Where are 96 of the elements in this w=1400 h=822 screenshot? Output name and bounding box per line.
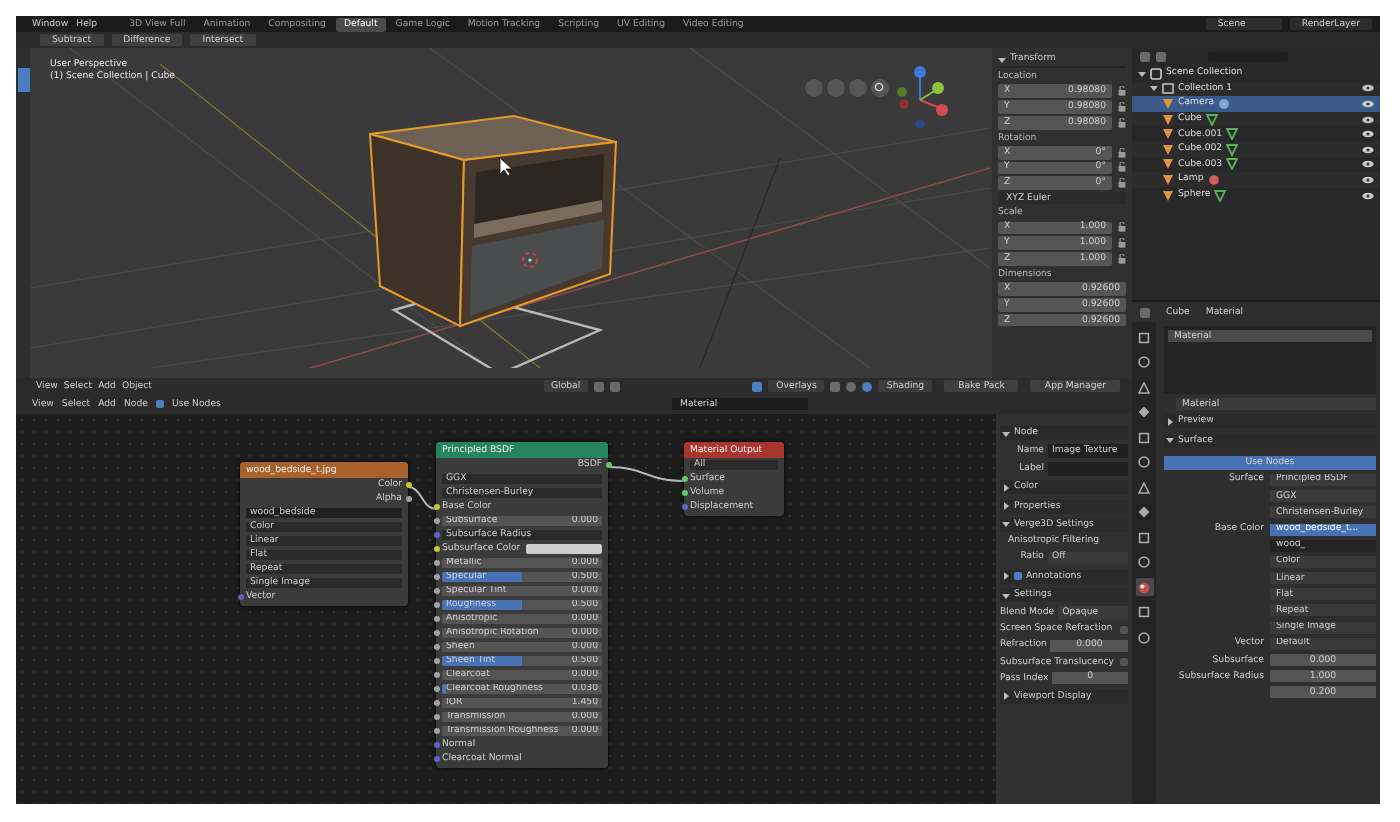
circle-icon — [1138, 356, 1150, 368]
overlay-toggle-icon[interactable] — [752, 381, 763, 391]
socket[interactable] — [433, 546, 439, 552]
eye-icon[interactable] — [1362, 145, 1374, 154]
socket[interactable] — [433, 630, 439, 636]
lock-icon[interactable] — [1118, 147, 1126, 158]
socket[interactable] — [433, 672, 439, 678]
pointer-icon — [499, 157, 513, 177]
square-icon — [1138, 606, 1150, 618]
properties-tab[interactable] — [1135, 378, 1153, 396]
triangle-icon — [1138, 481, 1150, 493]
eye-icon[interactable] — [1362, 115, 1374, 124]
3d-cursor-icon[interactable] — [522, 252, 538, 268]
disclosure-icon[interactable] — [1002, 572, 1010, 581]
lock-icon[interactable] — [1118, 222, 1126, 233]
disclosure-icon[interactable] — [1002, 483, 1010, 492]
socket[interactable] — [681, 490, 687, 496]
diamond-icon — [1138, 506, 1150, 518]
properties-tab[interactable] — [1135, 628, 1153, 646]
properties-tab[interactable] — [1135, 528, 1153, 546]
socket[interactable] — [433, 700, 439, 706]
socket[interactable] — [433, 560, 439, 566]
socket[interactable] — [433, 602, 439, 608]
disclosure-icon[interactable] — [1002, 520, 1010, 529]
socket[interactable] — [433, 504, 439, 510]
circle-icon[interactable] — [1218, 97, 1231, 110]
collection-icon — [1150, 67, 1162, 80]
properties-tab[interactable] — [1135, 578, 1153, 596]
search-icon[interactable] — [871, 79, 889, 97]
properties-tab[interactable] — [1135, 328, 1153, 346]
properties-tab[interactable] — [1135, 553, 1153, 571]
square-icon — [1138, 531, 1150, 543]
checkbox[interactable] — [155, 400, 164, 408]
socket[interactable] — [433, 644, 439, 650]
disclosure-icon[interactable] — [1166, 417, 1174, 426]
eye-icon[interactable] — [1362, 130, 1374, 139]
square-icon — [1138, 431, 1150, 443]
dot-icon[interactable] — [1207, 173, 1220, 186]
sphere-icon — [1138, 581, 1150, 593]
eye-icon[interactable] — [1362, 84, 1374, 93]
material-shading-icon[interactable] — [862, 381, 873, 391]
lock-icon[interactable] — [1118, 253, 1126, 264]
triangle-icon[interactable] — [1214, 189, 1227, 202]
triangle-icon — [1138, 381, 1150, 393]
socket[interactable] — [405, 496, 411, 502]
socket[interactable] — [433, 714, 439, 720]
circle-icon — [1138, 456, 1150, 468]
square-icon — [1138, 331, 1150, 343]
checkbox[interactable] — [1120, 625, 1128, 634]
properties-tab[interactable] — [1135, 478, 1153, 496]
disclosure-icon[interactable] — [998, 55, 1006, 63]
socket[interactable] — [405, 482, 411, 488]
eye-icon[interactable] — [1362, 191, 1374, 200]
socket[interactable] — [681, 476, 687, 482]
socket[interactable] — [433, 574, 439, 580]
cabinet-drawing[interactable] — [368, 115, 618, 328]
eye-icon[interactable] — [1362, 160, 1374, 169]
lock-icon[interactable] — [1118, 178, 1126, 189]
lock-icon[interactable] — [1118, 238, 1126, 249]
disclosure-icon[interactable] — [1002, 692, 1010, 701]
socket[interactable] — [433, 658, 439, 664]
checkbox[interactable] — [1014, 572, 1022, 581]
lock-icon[interactable] — [1118, 86, 1126, 97]
properties-tab[interactable] — [1135, 353, 1153, 371]
lock-icon[interactable] — [1118, 117, 1126, 128]
disclosure-icon[interactable] — [1002, 429, 1010, 437]
properties-tab[interactable] — [1135, 603, 1153, 621]
circle-icon — [1138, 556, 1150, 568]
disclosure-icon[interactable] — [1166, 436, 1174, 445]
socket[interactable] — [605, 462, 611, 468]
properties-tab[interactable] — [1135, 428, 1153, 446]
node-card[interactable] — [436, 442, 608, 768]
lock-icon[interactable] — [1118, 101, 1126, 112]
socket[interactable] — [433, 728, 439, 734]
properties-tab[interactable] — [1135, 503, 1153, 521]
node-link — [607, 466, 685, 482]
socket[interactable] — [433, 588, 439, 594]
circle-icon — [1138, 631, 1150, 643]
color-swatch[interactable] — [526, 544, 602, 554]
node-link — [407, 486, 437, 510]
checkbox[interactable] — [1120, 658, 1128, 667]
socket[interactable] — [433, 616, 439, 622]
solid-shading-icon[interactable] — [846, 381, 857, 391]
disclosure-icon[interactable] — [1002, 591, 1010, 600]
disclosure-icon[interactable] — [1002, 502, 1010, 511]
eye-icon[interactable] — [1362, 175, 1374, 184]
socket[interactable] — [433, 518, 439, 524]
eye-icon[interactable] — [1362, 99, 1374, 108]
properties-tab[interactable] — [1135, 403, 1153, 421]
diamond-icon — [1138, 406, 1150, 418]
box-icon — [1162, 82, 1174, 95]
select-tool-icon[interactable] — [17, 68, 29, 92]
properties-tab[interactable] — [1135, 453, 1153, 471]
lock-icon[interactable] — [1118, 162, 1126, 173]
socket[interactable] — [433, 686, 439, 692]
navigation-gizmo[interactable] — [897, 66, 948, 129]
